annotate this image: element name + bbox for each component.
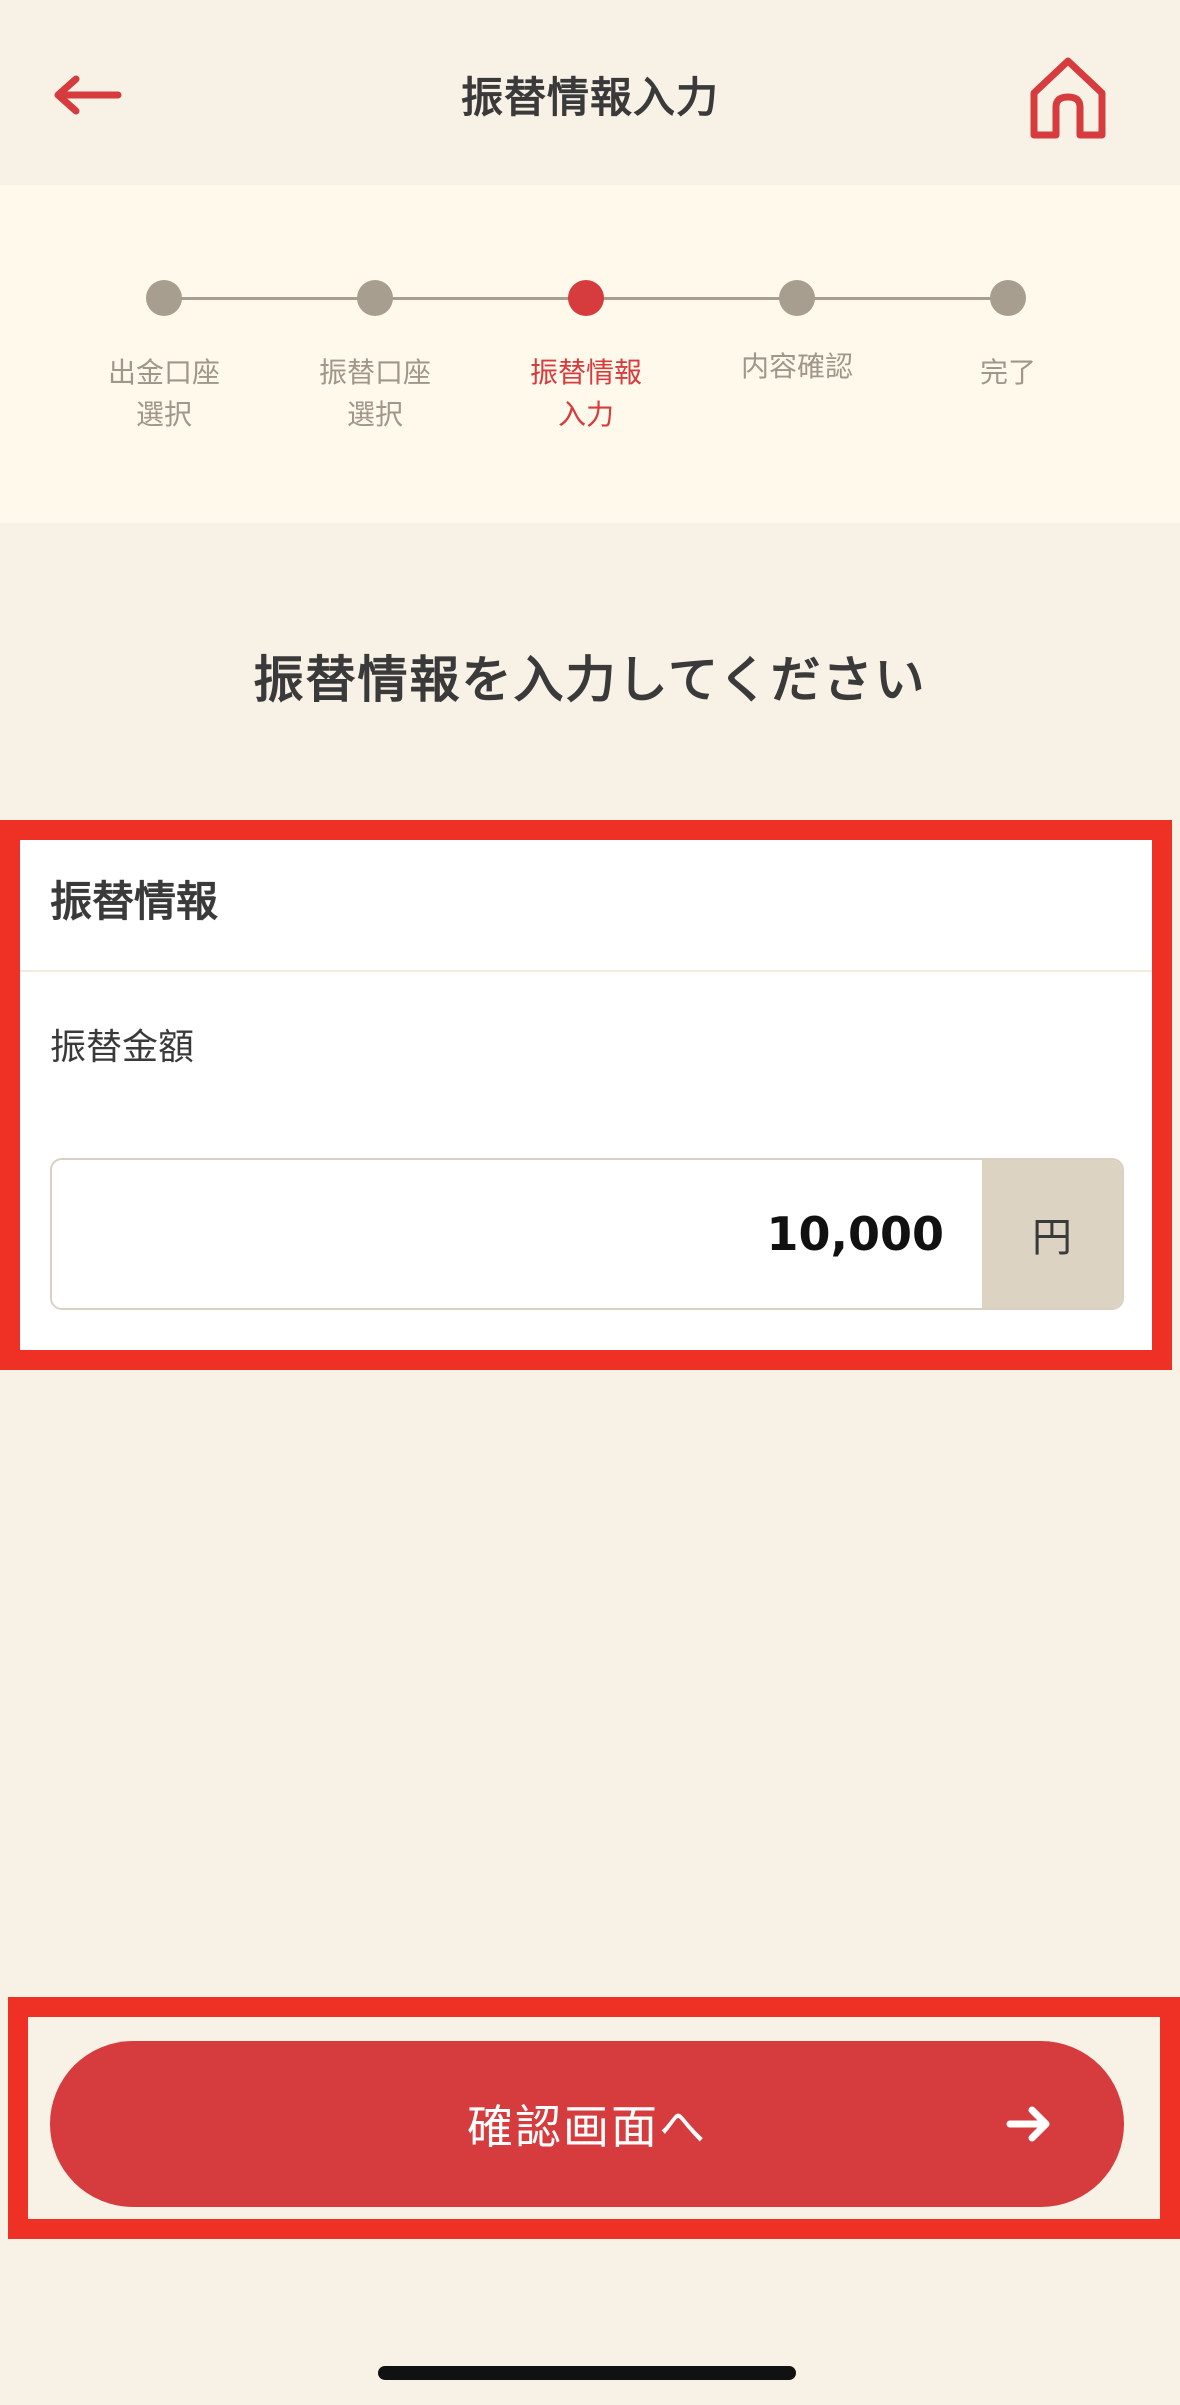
step-label-1: 出金口座 選択 [107,356,220,431]
currency-unit: 円 [982,1160,1122,1308]
card-divider [20,970,1152,972]
app-header: 振替情報入力 [0,0,1180,185]
amount-input[interactable] [52,1160,982,1308]
step-dot-1 [146,280,182,316]
instruction-text: 振替情報を入力してください [253,651,927,709]
home-icon [1030,57,1105,138]
transfer-info-card: 振替情報 振替金額 円 [20,840,1152,1350]
card-title: 振替情報 [50,877,219,926]
amount-label: 振替金額 [50,1027,195,1068]
step-label-4: 内容確認 [740,350,853,383]
step-label-3: 振替情報 入力 [529,356,642,431]
step-label-5: 完了 [979,356,1036,389]
confirm-button-label: 確認画面へ [467,2100,707,2154]
page-title: 振替情報入力 [460,73,719,122]
step-dot-5 [990,280,1026,316]
arrow-right-icon [1006,2106,1050,2142]
home-button[interactable] [1020,50,1115,145]
step-dot-4 [779,280,815,316]
step-dot-2 [357,280,393,316]
confirm-button[interactable]: 確認画面へ [50,2041,1124,2207]
step-dot-3 [568,280,604,316]
amount-field[interactable]: 円 [50,1158,1124,1310]
step-label-2: 振替口座 選択 [318,356,431,431]
home-indicator [378,2366,796,2380]
